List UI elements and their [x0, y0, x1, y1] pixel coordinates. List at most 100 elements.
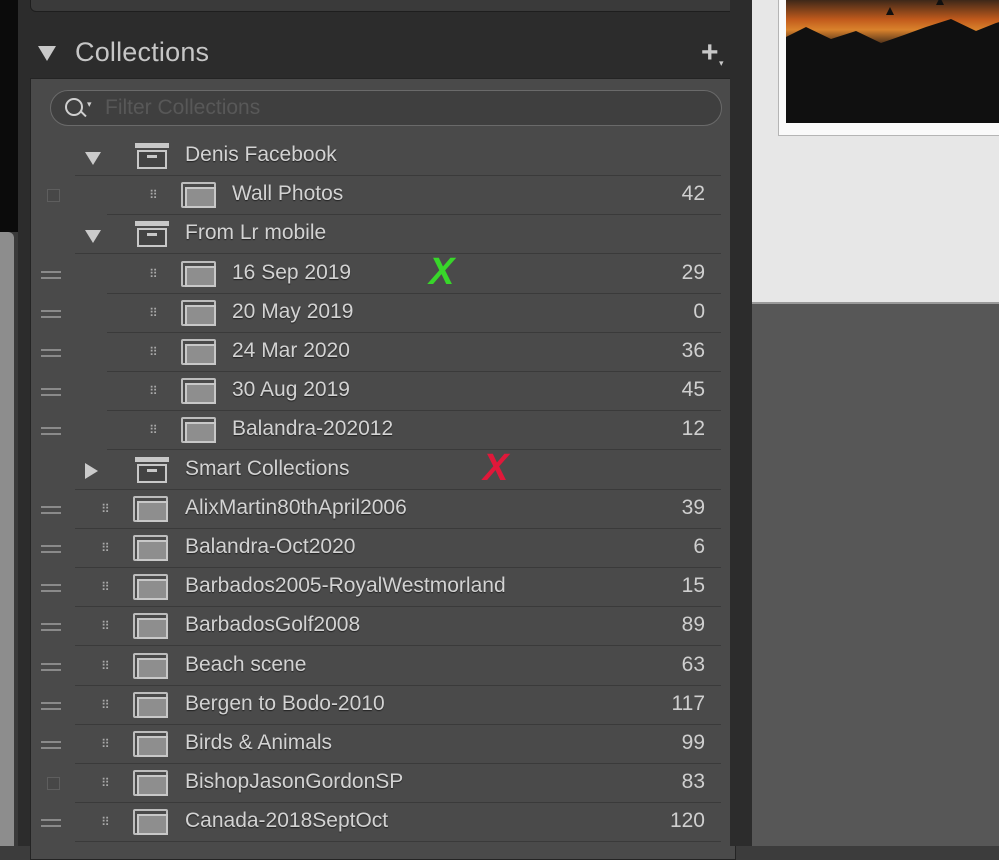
sync-arrows-icon[interactable] [41, 503, 63, 517]
collections-panel: Collections + ▾ ▾ Denis Facebook ⠿ Wall Ph… [18, 0, 752, 860]
collection-row[interactable]: ⠿ AlixMartin80thApril2006 39 [31, 490, 735, 529]
photo-count: 83 [681, 770, 705, 794]
collection-row[interactable]: ⠿ Birds & Animals 99 [31, 725, 735, 764]
annotation-x-mark: X [429, 250, 455, 293]
filter-collections-input[interactable] [103, 94, 697, 122]
collection-icon [133, 574, 169, 602]
collection-row[interactable]: ⠿ Beach scene 63 [31, 647, 735, 686]
sync-arrows-icon[interactable] [41, 542, 63, 556]
drag-handle-icon[interactable]: ⠿ [101, 580, 113, 594]
drag-handle-icon[interactable]: ⠿ [101, 815, 113, 829]
photo-frame[interactable] [778, 0, 999, 136]
sync-arrows-icon[interactable] [41, 699, 63, 713]
collection-row[interactable]: ⠿ 24 Mar 2020 36 [31, 333, 735, 372]
collection-icon [133, 535, 169, 563]
photo-count: 45 [681, 378, 705, 402]
photo-count: 12 [681, 417, 705, 441]
search-options-caret-icon[interactable]: ▾ [87, 99, 92, 110]
sync-arrows-icon[interactable] [41, 738, 63, 752]
photo-count: 89 [681, 613, 705, 637]
drag-handle-icon[interactable]: ⠿ [149, 345, 161, 359]
sync-checkbox[interactable] [47, 777, 60, 791]
collection-label: Balandra-202012 [232, 417, 394, 441]
drag-handle-icon[interactable]: ⠿ [149, 267, 161, 281]
collection-label: 20 May 2019 [232, 299, 354, 323]
drag-handle-icon[interactable]: ⠿ [101, 776, 113, 790]
collapse-triangle-icon[interactable] [38, 46, 56, 61]
photo-count: 99 [681, 731, 705, 754]
filter-collections-search[interactable]: ▾ [50, 90, 722, 126]
photo-count: 63 [681, 652, 705, 676]
collection-icon [133, 495, 169, 524]
collection-label: Smart Collections [185, 456, 350, 480]
collection-set-row[interactable]: Denis Facebook [31, 137, 735, 176]
collection-label: Beach scene [185, 652, 307, 676]
sync-arrows-icon[interactable] [41, 620, 63, 634]
collection-set-row[interactable]: From Lr mobile [31, 215, 735, 255]
drag-handle-icon[interactable]: ⠿ [149, 423, 161, 437]
search-icon[interactable] [65, 98, 83, 116]
photo-count: 117 [671, 691, 705, 715]
drag-handle-icon[interactable]: ⠿ [101, 502, 113, 516]
sync-arrows-icon[interactable] [41, 346, 63, 360]
sync-arrows-icon[interactable] [41, 581, 63, 595]
sync-arrows-icon[interactable] [41, 660, 63, 674]
collection-icon [133, 613, 169, 641]
collection-row[interactable]: ⠿ BishopJasonGordonSP 83 [31, 764, 735, 804]
collections-header[interactable]: Collections + ▾ [18, 30, 752, 78]
add-collection-button[interactable]: + [701, 36, 719, 70]
collection-row[interactable]: ⠿ Wall Photos 42 [31, 176, 735, 216]
sync-arrows-icon[interactable] [41, 424, 63, 438]
collection-set-row[interactable]: Smart Collections [31, 451, 735, 490]
collection-label: Wall Photos [232, 182, 344, 206]
collection-row[interactable]: ⠿ BarbadosGolf2008 89 [31, 607, 735, 647]
drag-handle-icon[interactable]: ⠿ [149, 188, 161, 202]
collection-row[interactable]: ⠿ 20 May 2019 0 [31, 294, 735, 333]
collection-label: Bergen to Bodo-2010 [185, 691, 385, 715]
sync-arrows-icon[interactable] [41, 385, 63, 399]
sync-arrows-icon[interactable] [41, 307, 63, 321]
disclosure-down-icon[interactable] [85, 230, 101, 244]
collections-list: ▾ Denis Facebook ⠿ Wall Photos 42 From Lr mo… [30, 78, 736, 860]
drag-handle-icon[interactable]: ⠿ [101, 541, 113, 555]
drag-handle-icon[interactable]: ⠿ [101, 659, 113, 673]
collection-icon [133, 652, 169, 681]
panel-edge [730, 0, 752, 846]
collection-icon [181, 260, 217, 289]
collection-row[interactable]: ⠿ Canada-2018SeptOct 120 [31, 803, 735, 843]
drag-handle-icon[interactable]: ⠿ [101, 737, 113, 751]
collection-set-icon [135, 143, 169, 169]
preview-area [752, 0, 999, 846]
collection-row[interactable]: ⠿ Barbados2005-RoyalWestmorland 15 [31, 568, 735, 608]
sync-arrows-icon[interactable] [41, 268, 63, 282]
preview-background [752, 0, 999, 304]
collection-row[interactable]: ⠿ 30 Aug 2019 45 [31, 372, 735, 412]
collection-icon [181, 378, 217, 406]
collection-label: Barbados2005-RoyalWestmorland [185, 574, 506, 598]
collection-icon [133, 731, 169, 759]
disclosure-right-icon[interactable] [85, 462, 98, 479]
sync-arrows-icon[interactable] [41, 816, 63, 830]
collection-icon [133, 691, 169, 720]
drag-handle-icon[interactable]: ⠿ [149, 306, 161, 320]
drag-handle-icon[interactable]: ⠿ [149, 384, 161, 398]
collection-label: 16 Sep 2019 [232, 260, 352, 284]
drag-handle-icon[interactable]: ⠿ [101, 619, 113, 633]
collection-set-icon [135, 221, 169, 248]
sync-checkbox[interactable] [47, 189, 60, 203]
collection-row[interactable]: ⠿ Balandra-Oct2020 6 [31, 529, 735, 568]
sunset-photo [786, 0, 999, 123]
collection-icon [181, 417, 217, 445]
left-scrollbar[interactable] [0, 232, 14, 846]
photo-silhouette [786, 0, 999, 123]
photo-count: 36 [681, 339, 705, 362]
collection-label: From Lr mobile [185, 221, 327, 245]
collection-row[interactable]: ⠿ 16 Sep 2019 29 [31, 255, 735, 294]
add-menu-caret-icon[interactable]: ▾ [719, 58, 724, 69]
disclosure-down-icon[interactable] [85, 152, 101, 165]
drag-handle-icon[interactable]: ⠿ [101, 698, 113, 712]
collection-label: 24 Mar 2020 [232, 339, 350, 362]
collection-row[interactable]: ⠿ Bergen to Bodo-2010 117 [31, 686, 735, 725]
collection-row[interactable]: ⠿ Balandra-202012 12 [31, 411, 735, 451]
collection-label: Denis Facebook [185, 143, 337, 166]
